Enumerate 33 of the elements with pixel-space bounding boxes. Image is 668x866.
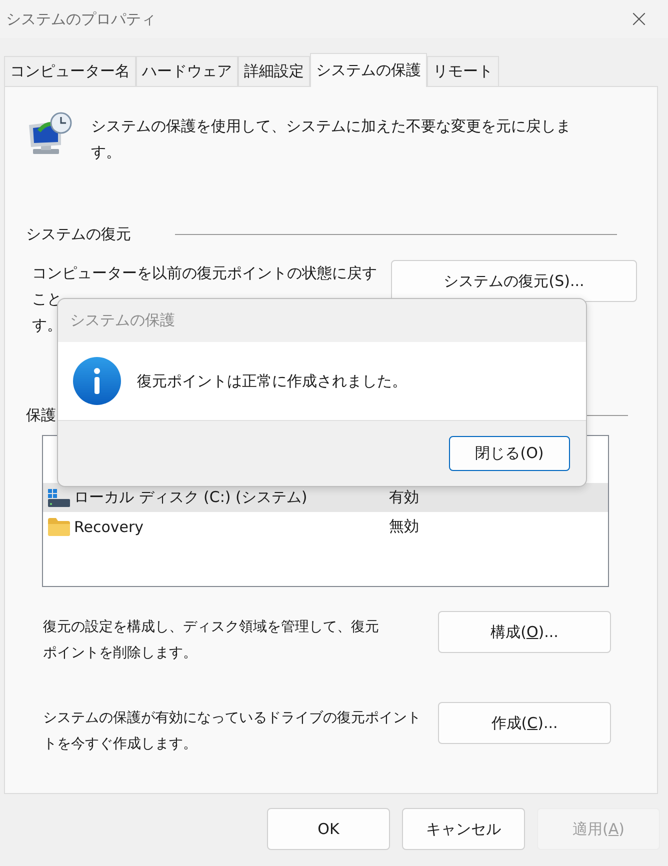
action-description: トを今すぐ作成します。 <box>43 735 197 754</box>
intro-text: システムの保護を使用して、システムに加えた不要な変更を元に戻します。 <box>91 116 572 163</box>
description-text: コンピューターを以前の復元ポイントの状態に戻す <box>32 263 377 284</box>
group-heading: システムの復元 <box>26 225 132 244</box>
folder-icon <box>48 518 70 536</box>
action-description: 復元の設定を構成し、ディスク領域を管理して、復元 <box>43 618 379 637</box>
close-button[interactable]: 閉じる(O) <box>449 436 570 471</box>
action-description: システムの保護が有効になっているドライブの復元ポイント <box>43 709 421 728</box>
action-button[interactable]: 構成(O)... <box>438 611 611 653</box>
description-text: す。 <box>32 315 62 336</box>
dialog-message: 復元ポイントは正常に作成されました。 <box>137 372 407 390</box>
tab[interactable]: ハードウェア <box>136 56 238 87</box>
info-icon <box>73 357 121 405</box>
drive-icon <box>48 488 70 506</box>
action-button[interactable]: 作成(C)... <box>438 702 611 744</box>
system-restore-button[interactable]: システムの復元(S)... <box>391 260 637 302</box>
dialog-title: システムの保護 <box>69 310 176 331</box>
dialog-button[interactable]: キャンセル <box>402 808 525 850</box>
drive-name: ローカル ディスク (C:) (システム) <box>74 488 308 507</box>
action-description: ポイントを削除します。 <box>43 644 197 663</box>
tab[interactable]: 詳細設定 <box>238 56 310 87</box>
window-title: システムのプロパティ <box>6 10 156 28</box>
tab[interactable]: コンピューター名 <box>4 56 136 87</box>
protection-status: 無効 <box>389 517 420 536</box>
description-text: こと <box>32 289 62 310</box>
tab[interactable]: リモート <box>427 56 499 87</box>
dialog-button[interactable]: OK <box>267 808 390 850</box>
system-restore-icon <box>27 111 73 157</box>
protection-status: 有効 <box>389 488 420 507</box>
drive-name: Recovery <box>74 518 145 536</box>
group-heading: 保護 <box>26 406 57 425</box>
drive-row[interactable]: Recovery 無効 <box>43 512 608 541</box>
tab[interactable]: システムの保護 <box>310 53 427 87</box>
